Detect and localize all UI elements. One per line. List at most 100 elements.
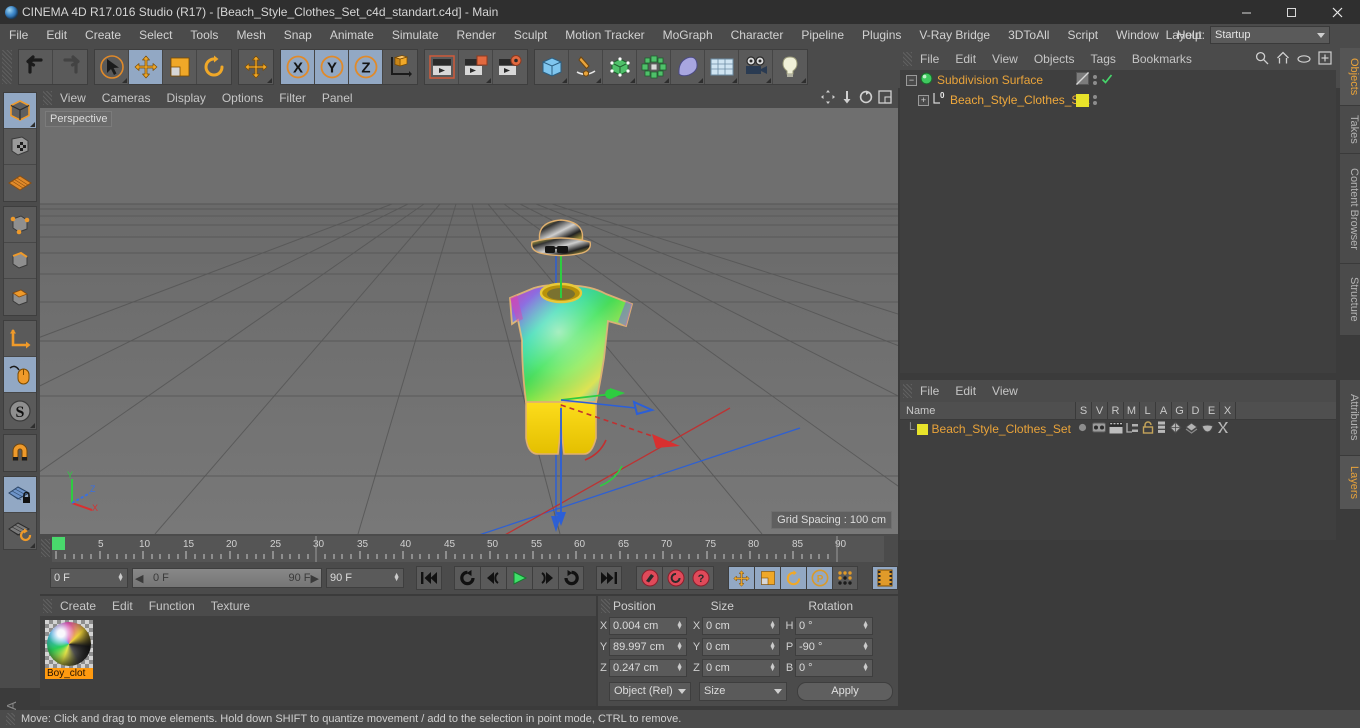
xref-icon[interactable] — [1217, 421, 1229, 437]
menu-item-snap[interactable]: Snap — [275, 24, 321, 46]
parameter-key-toggle[interactable]: P — [806, 566, 832, 590]
home-icon[interactable] — [1276, 51, 1290, 68]
size-mode-dropdown[interactable]: Size — [699, 681, 787, 701]
preview-range-bar[interactable]: ◀ 0 F 90 F ▶ — [132, 568, 322, 588]
texture-mode-button[interactable] — [4, 129, 36, 165]
object-axis-mode-button[interactable] — [4, 321, 36, 357]
toolbar-grip[interactable] — [2, 50, 12, 84]
object-menu-view[interactable]: View — [984, 52, 1026, 66]
spinner-icon[interactable]: ▲ ▼ — [769, 620, 776, 631]
menu-item-pipeline[interactable]: Pipeline — [792, 24, 853, 46]
layer-column-v[interactable]: V — [1092, 401, 1108, 420]
position-z-field[interactable]: 0.247 cm ▲ ▼ — [609, 659, 687, 677]
layer-color-swatch[interactable] — [1076, 93, 1089, 107]
render-settings-button[interactable] — [493, 50, 527, 84]
play-backwards-loop-button[interactable] — [454, 566, 480, 590]
spinner-icon[interactable]: ▲ ▼ — [862, 620, 869, 631]
spinner-icon[interactable]: ▲ ▼ — [862, 662, 869, 673]
polygons-mode-button[interactable] — [4, 279, 36, 315]
expand-toggle-icon[interactable]: − — [906, 74, 917, 86]
material-menu-edit[interactable]: Edit — [104, 599, 141, 613]
position-y-field[interactable]: 89.997 cm ▲ ▼ — [609, 638, 687, 656]
object-manager-grip[interactable] — [903, 52, 912, 66]
layer-column-e[interactable]: E — [1204, 401, 1220, 420]
autokeying-button[interactable] — [662, 566, 688, 590]
eye-icon[interactable] — [1297, 53, 1311, 67]
layer-column-x[interactable]: X — [1220, 401, 1236, 420]
visibility-dots-icon[interactable] — [1093, 95, 1097, 105]
size-z-field[interactable]: 0 cm ▲ ▼ — [702, 659, 780, 677]
rotation-h-field[interactable]: 0 ° ▲ ▼ — [795, 617, 873, 635]
menu-item-mograph[interactable]: MoGraph — [654, 24, 722, 46]
scale-tool[interactable] — [163, 50, 197, 84]
add-mograph-object[interactable] — [637, 50, 671, 84]
go-to-start-button[interactable] — [416, 566, 442, 590]
material-item[interactable]: Boy_clot — [45, 620, 93, 679]
layer-color-swatch[interactable] — [916, 423, 928, 435]
keyframe-selection-button[interactable]: ? — [688, 566, 714, 590]
workplane-mode-button[interactable] — [4, 165, 36, 201]
tab-takes[interactable]: Takes — [1340, 106, 1360, 154]
add-environment-object[interactable] — [705, 50, 739, 84]
layer-column-r[interactable]: R — [1108, 401, 1124, 420]
display-tag-icon[interactable] — [1076, 72, 1089, 88]
layer-menu-view[interactable]: View — [984, 384, 1026, 398]
apply-button[interactable]: Apply — [797, 681, 893, 701]
layer-column-s[interactable]: S — [1076, 401, 1092, 420]
object-menu-objects[interactable]: Objects — [1026, 52, 1083, 66]
edges-mode-button[interactable] — [4, 243, 36, 279]
menu-item-script[interactable]: Script — [1058, 24, 1107, 46]
move-axis-tool[interactable] — [239, 50, 273, 84]
viewport-3d[interactable]: Perspective Grid Spacing : 100 cm Y X Z — [40, 108, 898, 534]
menu-item-edit[interactable]: Edit — [37, 24, 76, 46]
material-menu-create[interactable]: Create — [52, 599, 104, 613]
menu-item-file[interactable]: File — [0, 24, 37, 46]
menu-item-animate[interactable]: Animate — [321, 24, 383, 46]
menu-item-mesh[interactable]: Mesh — [227, 24, 274, 46]
add-layer-icon[interactable] — [1318, 51, 1332, 68]
spinner-icon[interactable]: ▲ ▼ — [862, 641, 869, 652]
viewport-solo-button[interactable] — [4, 357, 36, 393]
generators-icon[interactable] — [1169, 421, 1182, 437]
point-level-animation-toggle[interactable] — [832, 566, 858, 590]
rotation-key-toggle[interactable] — [780, 566, 806, 590]
lock-workplane-button[interactable] — [4, 477, 36, 513]
tab-structure[interactable]: Structure — [1340, 264, 1360, 336]
spinner-icon[interactable]: ▲ ▼ — [769, 662, 776, 673]
manager-icon[interactable] — [1126, 422, 1139, 437]
layer-manager-grip[interactable] — [903, 384, 912, 398]
magnet-tool-button[interactable] — [4, 435, 36, 471]
minimize-button[interactable] — [1224, 0, 1269, 24]
expressions-icon[interactable] — [1201, 422, 1214, 436]
tab-layers[interactable]: Layers — [1340, 456, 1360, 510]
rotate-tool[interactable] — [197, 50, 231, 84]
spinner-icon[interactable]: ▲ ▼ — [769, 641, 776, 652]
add-cube-object[interactable] — [535, 50, 569, 84]
menu-item-window[interactable]: Window — [1107, 24, 1168, 46]
add-deformer-object[interactable] — [671, 50, 705, 84]
workplane-rotate-button[interactable] — [4, 513, 36, 549]
layer-menu-edit[interactable]: Edit — [947, 384, 984, 398]
render-view-button[interactable] — [425, 50, 459, 84]
menu-item-sculpt[interactable]: Sculpt — [505, 24, 556, 46]
menu-item-render[interactable]: Render — [448, 24, 505, 46]
play-button[interactable] — [506, 566, 532, 590]
pan-view-icon[interactable] — [821, 90, 835, 107]
go-to-end-button[interactable] — [596, 566, 622, 590]
object-row-beach-style-clothes-set[interactable]: + 0 Beach_Style_Clothes_Set — [900, 90, 1336, 110]
menu-item-create[interactable]: Create — [76, 24, 130, 46]
timeline-playhead[interactable] — [52, 537, 65, 550]
search-icon[interactable] — [1255, 51, 1269, 68]
viewport-menu-view[interactable]: View — [52, 91, 94, 105]
object-menu-file[interactable]: File — [912, 52, 947, 66]
spinner-icon[interactable]: ▲ ▼ — [117, 572, 124, 583]
rotation-p-field[interactable]: -90 ° ▲ ▼ — [795, 638, 873, 656]
solo-dot-icon[interactable] — [1076, 421, 1089, 437]
material-list[interactable]: Boy_clot — [40, 616, 596, 706]
menu-item-select[interactable]: Select — [130, 24, 181, 46]
viewport-menu-filter[interactable]: Filter — [271, 91, 314, 105]
material-thumbnail[interactable] — [45, 620, 93, 668]
rotation-b-field[interactable]: 0 ° ▲ ▼ — [795, 659, 873, 677]
preview-range-right-arrow[interactable]: ▶ — [311, 572, 319, 585]
menu-item-vray-bridge[interactable]: V-Ray Bridge — [910, 24, 999, 46]
